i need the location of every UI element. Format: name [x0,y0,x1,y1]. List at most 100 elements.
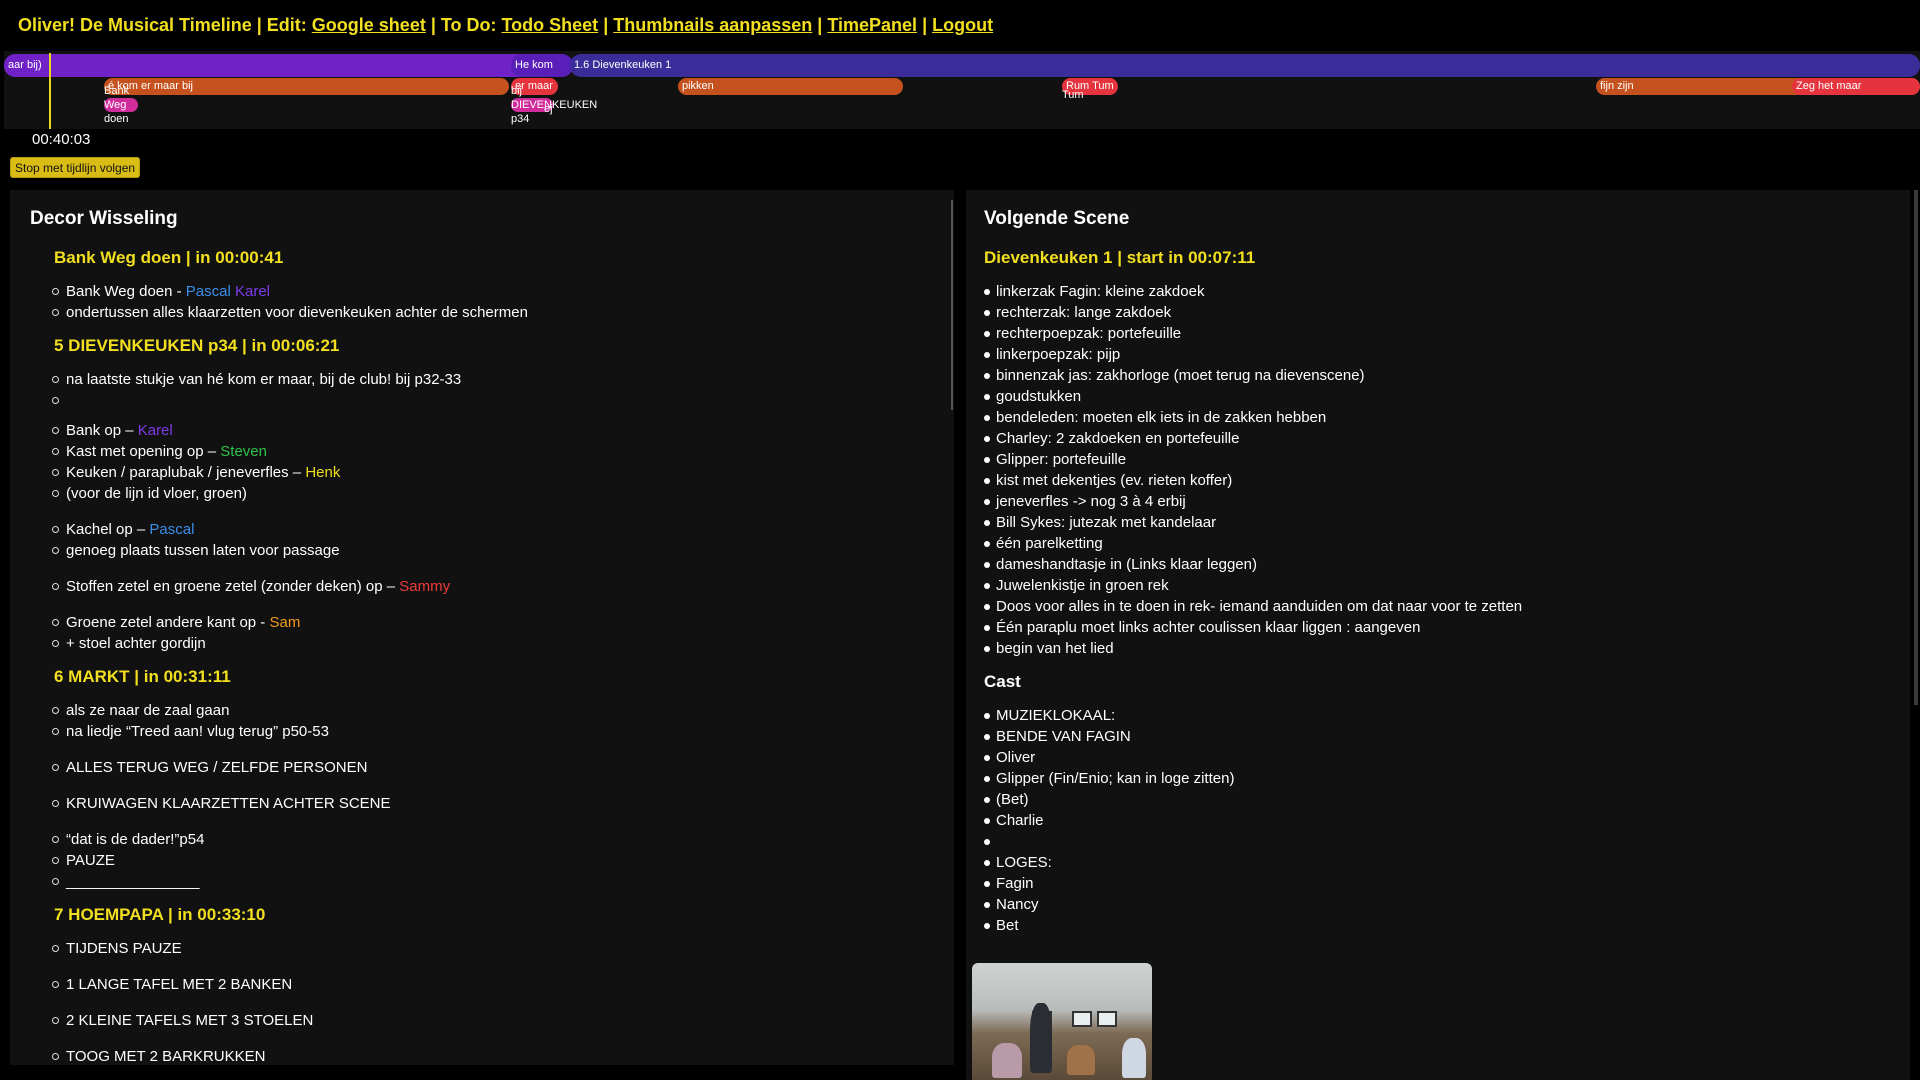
photo-detail [1072,1011,1092,1027]
crew-name: Sammy [399,578,451,595]
list-item: 1 LANGE TAFEL MET 2 BANKEN [30,974,954,995]
list-item: Doos voor alles in te doen in rek- ieman… [984,596,1910,617]
list-item: (Bet) [984,789,1910,810]
decor-list: Stoffen zetel en groene zetel (zonder de… [30,576,954,597]
list-item: Charley: 2 zakdoeken en portefeuille [984,428,1910,449]
app-title: Oliver! De Musical Timeline | Edit: [18,15,312,35]
crew-name: Sam [269,614,301,631]
list-item: TIJDENS PAUZE [30,938,954,959]
list-item: TOOG MET 2 BARKRUKKEN [30,1046,954,1065]
stop-follow-timeline-button[interactable]: Stop met tijdlijn volgen [10,157,141,178]
timeline-track[interactable]: aar bij) He kom 1.6 Dievenkeuken 1 é kom… [4,51,1920,129]
decor-list: KRUIWAGEN KLAARZETTEN ACHTER SCENE [30,793,954,814]
list-item: bendeleden: moeten elk iets in de zakken… [984,407,1910,428]
decor-list: Groene zetel andere kant op - Sam + stoe… [30,612,954,654]
list-item: Glipper: portefeuille [984,449,1910,470]
list-item: begin van het lied [984,638,1910,659]
crew-name: Steven [220,443,267,460]
page-scrollbar[interactable] [1914,190,1918,705]
list-item: Bill Sykes: jutezak met kandelaar [984,512,1910,533]
list-item: BENDE VAN FAGIN [984,726,1910,747]
timepanel-link[interactable]: TimePanel [827,15,917,35]
decor-list: Kachel op – Pascal genoeg plaats tussen … [30,519,954,561]
list-item: na laatste stukje van hé kom er maar, bi… [30,369,954,390]
list-item: 2 KLEINE TAFELS MET 3 STOELEN [30,1010,954,1031]
list-item: ALLES TERUG WEG / ZELFDE PERSONEN [30,757,954,778]
timeline-label: bij [511,85,523,97]
list-item: Stoffen zetel en groene zetel (zonder de… [30,576,954,597]
photo-detail [1067,1045,1095,1075]
list-item: één parelketting [984,533,1910,554]
list-item: ________________ [30,871,954,892]
panel-title: Volgende Scene [984,208,1130,229]
decor-list: na laatste stukje van hé kom er maar, bi… [30,369,954,405]
scene-heading: 6 MARKT | in 00:31:11 [54,667,231,686]
timeline-bar-scene[interactable]: He kom [511,54,573,77]
list-item: goudstukken [984,386,1910,407]
list-item: Fagin [984,873,1910,894]
list-item: Nancy [984,894,1910,915]
left-panel-scrollbar[interactable] [951,200,953,410]
list-item: Juwelenkistje in groen rek [984,575,1910,596]
timeline-bar-scene[interactable]: aar bij) [4,54,570,77]
timeline-label: ej [544,103,553,115]
decor-list: TIJDENS PAUZE [30,938,954,959]
timeline-label: p34 [511,113,530,125]
list-item: genoeg plaats tussen laten voor passage [30,540,954,561]
timeline-bar-song[interactable]: Zeg het maar [1792,78,1920,95]
item-text: Kachel op – [66,521,150,538]
item-text: Kast met opening op – [66,443,221,460]
list-item: Kast met opening op – Steven [30,441,954,462]
scene-thumbnail-photo[interactable] [972,963,1152,1080]
logout-link[interactable]: Logout [932,15,993,35]
list-item: KRUIWAGEN KLAARZETTEN ACHTER SCENE [30,793,954,814]
list-item: kist met dekentjes (ev. rieten koffer) [984,470,1910,491]
list-item: Keuken / paraplubak / jeneverfles – Henk [30,462,954,483]
panel-title: Decor Wisseling [30,208,178,229]
decor-list: 1 LANGE TAFEL MET 2 BANKEN [30,974,954,995]
decor-list: 2 KLEINE TAFELS MET 3 STOELEN [30,1010,954,1031]
timeline-playhead[interactable] [49,53,51,129]
google-sheet-link[interactable]: Google sheet [312,15,426,35]
timeline-bar-song[interactable]: é kom er maar bij [104,78,509,95]
crew-name: Pascal [149,521,195,538]
nav-separator: | [917,15,933,35]
nav-separator: | To Do: [425,15,502,35]
cast-list: MUZIEKLOKAAL: BENDE VAN FAGIN Oliver Glippe… [984,705,1910,936]
scene-heading: Bank Weg doen | in 00:00:41 [54,248,284,267]
photo-detail [1097,1011,1117,1027]
photo-detail [992,1043,1022,1078]
nav-separator: | [598,15,614,35]
list-item: Groene zetel andere kant op - Sam [30,612,954,633]
list-item: + stoel achter gordijn [30,633,954,654]
list-item: Één paraplu moet links achter coulissen … [984,617,1910,638]
list-item: Bank Weg doen - Pascal Karel [30,281,954,302]
list-item: rechterzak: lange zakdoek [984,302,1910,323]
list-item: Charlie [984,810,1910,831]
list-item [984,831,1910,852]
list-item: als ze naar de zaal gaan [30,700,954,721]
timeline-label: doen [104,113,129,125]
list-item: Bet [984,915,1910,936]
current-time-readout: 00:40:03 [32,131,91,148]
scene-heading: 5 DIEVENKEUKEN p34 | in 00:06:21 [54,336,340,355]
timeline-bar-scene[interactable]: 1.6 Dievenkeuken 1 [570,54,1920,77]
timeline-label: DIEVENKEUKEN [511,99,598,111]
scene-heading: Dievenkeuken 1 | start in 00:07:11 [984,248,1256,267]
scene-heading: 7 HOEMPAPA | in 00:33:10 [54,905,266,924]
timeline-bar-song[interactable]: pikken [678,78,903,95]
cast-heading: Cast [984,672,1021,691]
list-item: Oliver [984,747,1910,768]
decor-list: als ze naar de zaal gaan na liedje “Tree… [30,700,954,742]
list-item: linkerpoepzak: pijp [984,344,1910,365]
decor-list: TOOG MET 2 BARKRUKKEN [30,1046,954,1065]
list-item: “dat is de dader!”p54 [30,829,954,850]
thumbnails-link[interactable]: Thumbnails aanpassen [613,15,812,35]
timeline-label: Tum [1062,89,1084,101]
decor-list: Bank op – Karel Kast met opening op – St… [30,420,954,504]
item-text: Stoffen zetel en groene zetel (zonder de… [66,578,400,595]
list-item: Kachel op – Pascal [30,519,954,540]
decor-change-panel: Decor Wisseling Bank Weg doen | in 00:00… [10,190,954,1065]
todo-sheet-link[interactable]: Todo Sheet [502,15,599,35]
list-item: MUZIEKLOKAAL: [984,705,1910,726]
